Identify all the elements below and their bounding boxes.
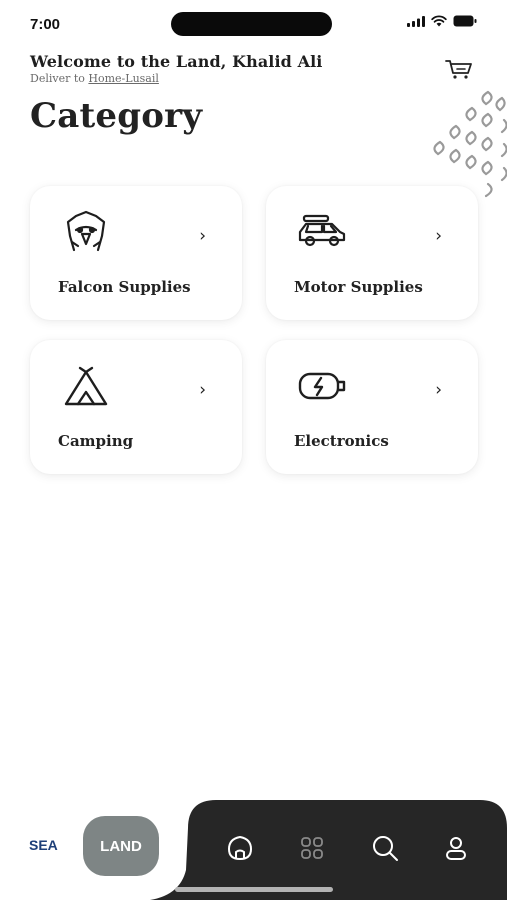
category-card-falcon-supplies[interactable]: › Falcon Supplies bbox=[30, 186, 242, 320]
wifi-icon bbox=[431, 15, 447, 27]
deliver-prefix: Deliver to bbox=[30, 72, 85, 85]
deliver-location-link[interactable]: Home-Lusail bbox=[88, 72, 159, 85]
decorative-pattern bbox=[433, 90, 507, 198]
chevron-right-icon: › bbox=[199, 380, 206, 400]
status-time: 7:00 bbox=[30, 16, 61, 33]
battery-charging-icon bbox=[298, 372, 346, 400]
category-label: Falcon Supplies bbox=[58, 278, 191, 296]
car-icon bbox=[298, 214, 346, 247]
category-card-electronics[interactable]: › Electronics bbox=[266, 340, 478, 474]
chevron-right-icon: › bbox=[435, 380, 442, 400]
home-icon bbox=[227, 835, 253, 861]
land-mode-button[interactable]: LAND bbox=[83, 816, 159, 876]
nav-search[interactable] bbox=[370, 833, 400, 863]
battery-icon bbox=[453, 15, 477, 27]
category-label: Motor Supplies bbox=[294, 278, 423, 296]
cart-icon bbox=[445, 60, 472, 79]
sea-mode-button[interactable]: SEA bbox=[29, 837, 58, 853]
status-icons bbox=[407, 15, 477, 27]
chevron-right-icon: › bbox=[435, 226, 442, 246]
falcon-icon bbox=[66, 210, 106, 252]
nav-home[interactable] bbox=[225, 833, 255, 863]
dynamic-island bbox=[171, 12, 332, 36]
delivery-address[interactable]: Deliver to Home-Lusail bbox=[30, 72, 159, 85]
chevron-right-icon: › bbox=[199, 226, 206, 246]
page-title: Category bbox=[30, 96, 203, 136]
tent-icon bbox=[64, 366, 108, 406]
signal-icon bbox=[407, 15, 425, 27]
home-indicator bbox=[175, 887, 333, 892]
search-icon bbox=[373, 836, 398, 861]
category-card-motor-supplies[interactable]: › Motor Supplies bbox=[266, 186, 478, 320]
category-label: Camping bbox=[58, 432, 134, 450]
status-bar: 7:00 bbox=[0, 0, 507, 48]
profile-icon bbox=[446, 837, 466, 860]
nav-categories[interactable] bbox=[297, 833, 327, 863]
cart-button[interactable] bbox=[444, 57, 474, 81]
category-label: Electronics bbox=[294, 432, 389, 450]
grid-icon bbox=[301, 837, 323, 859]
category-card-camping[interactable]: › Camping bbox=[30, 340, 242, 474]
nav-profile[interactable] bbox=[441, 833, 471, 863]
welcome-message: Welcome to the Land, Khalid Ali bbox=[30, 52, 323, 71]
